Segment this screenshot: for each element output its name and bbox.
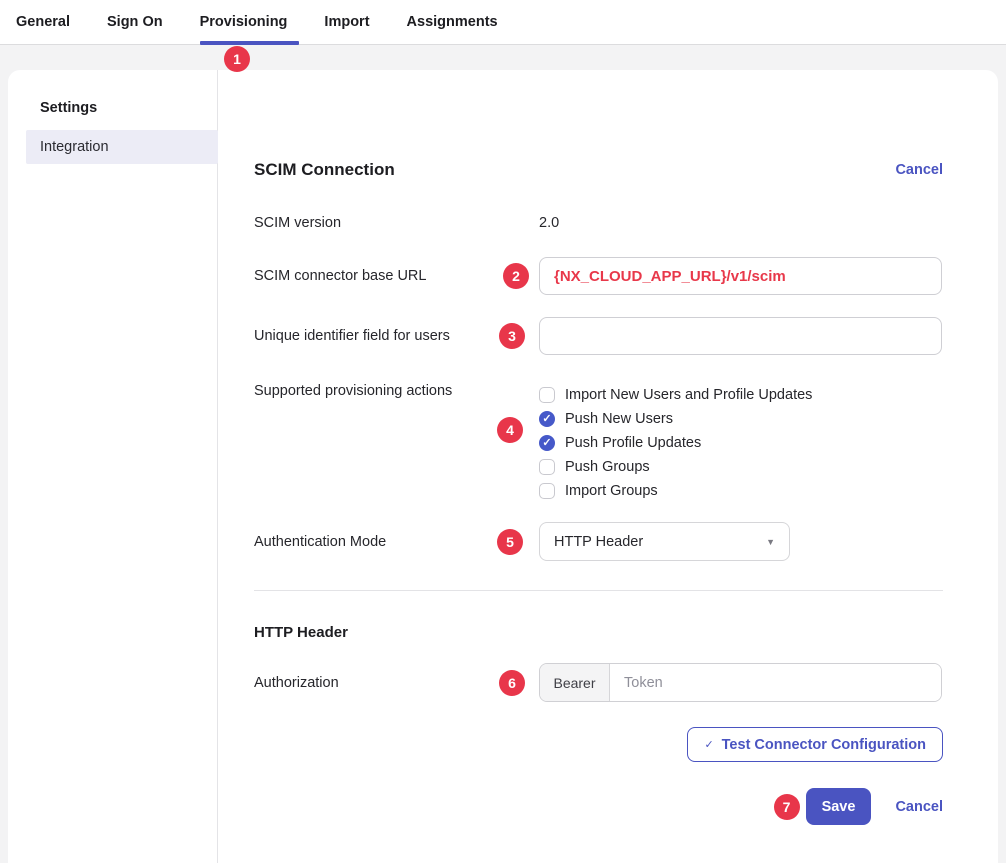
test-connector-row: ✓ Test Connector Configuration bbox=[254, 727, 943, 762]
sidebar-header: Settings bbox=[8, 100, 217, 116]
unique-identifier-input[interactable] bbox=[539, 317, 942, 355]
page-background-strip bbox=[0, 45, 1006, 70]
scim-version-row: SCIM version 2.0 bbox=[254, 214, 943, 232]
check-icon: ✓ bbox=[704, 738, 713, 751]
checkbox-push-groups[interactable] bbox=[539, 459, 555, 475]
auth-mode-selected-value: HTTP Header bbox=[554, 534, 643, 550]
bearer-prefix: Bearer bbox=[540, 664, 610, 701]
step-badge-5: 5 bbox=[497, 529, 523, 555]
checkbox-row-push-profile-updates[interactable]: Push Profile Updates bbox=[539, 431, 942, 455]
tab-provisioning[interactable]: Provisioning bbox=[200, 0, 288, 45]
scim-version-label: SCIM version bbox=[254, 215, 539, 231]
checkbox-push-profile-updates[interactable] bbox=[539, 435, 555, 451]
auth-mode-row: Authentication Mode 5 HTTP Header ▼ bbox=[254, 522, 943, 561]
header-cancel-link[interactable]: Cancel bbox=[895, 162, 943, 178]
provisioning-actions-label: Supported provisioning actions bbox=[254, 383, 539, 399]
base-url-label: SCIM connector base URL bbox=[254, 268, 539, 284]
checkbox-row-import-groups[interactable]: Import Groups bbox=[539, 479, 942, 503]
step-badge-7: 7 bbox=[774, 794, 800, 820]
checkbox-row-import-users[interactable]: Import New Users and Profile Updates bbox=[539, 383, 942, 407]
checkbox-label: Push Groups bbox=[565, 459, 650, 475]
token-input[interactable] bbox=[610, 664, 941, 701]
checkbox-import-users[interactable] bbox=[539, 387, 555, 403]
provisioning-card: Settings Integration SCIM Connection Can… bbox=[8, 70, 998, 863]
base-url-input[interactable] bbox=[539, 257, 942, 295]
sidebar-item-integration[interactable]: Integration bbox=[26, 130, 218, 164]
provisioning-actions-row: Supported provisioning actions 4 Import … bbox=[254, 383, 943, 503]
step-badge-1: 1 bbox=[224, 46, 250, 72]
step-badge-4: 4 bbox=[497, 417, 523, 443]
settings-sidebar: Settings Integration bbox=[8, 70, 218, 863]
checkbox-label: Push New Users bbox=[565, 411, 673, 427]
http-header-section-title: HTTP Header bbox=[254, 624, 943, 641]
test-connector-button[interactable]: ✓ Test Connector Configuration bbox=[687, 727, 943, 762]
step-badge-6: 6 bbox=[499, 670, 525, 696]
base-url-row: SCIM connector base URL 2 bbox=[254, 257, 943, 295]
section-divider bbox=[254, 590, 943, 591]
footer-cancel-link[interactable]: Cancel bbox=[895, 799, 943, 815]
tab-general[interactable]: General bbox=[16, 0, 70, 45]
save-button[interactable]: Save bbox=[806, 788, 872, 825]
scim-version-value: 2.0 bbox=[539, 215, 559, 231]
test-connector-label: Test Connector Configuration bbox=[722, 737, 926, 753]
authorization-input-group: Bearer bbox=[539, 663, 942, 702]
tab-import[interactable]: Import bbox=[324, 0, 369, 45]
app-tab-bar: General Sign On Provisioning Import Assi… bbox=[0, 0, 1006, 45]
provisioning-page: General Sign On Provisioning Import Assi… bbox=[0, 0, 1006, 863]
unique-identifier-label: Unique identifier field for users bbox=[254, 328, 539, 344]
step-badge-2: 2 bbox=[503, 263, 529, 289]
provisioning-actions-list: Import New Users and Profile Updates Pus… bbox=[539, 383, 942, 503]
checkbox-label: Push Profile Updates bbox=[565, 435, 701, 451]
tab-assignments[interactable]: Assignments bbox=[407, 0, 498, 45]
auth-mode-select[interactable]: HTTP Header ▼ bbox=[539, 522, 790, 561]
checkbox-import-groups[interactable] bbox=[539, 483, 555, 499]
tab-sign-on[interactable]: Sign On bbox=[107, 0, 163, 45]
unique-identifier-row: Unique identifier field for users 3 bbox=[254, 317, 943, 355]
checkbox-row-push-groups[interactable]: Push Groups bbox=[539, 455, 942, 479]
page-title: SCIM Connection bbox=[254, 160, 395, 180]
checkbox-row-push-new-users[interactable]: Push New Users bbox=[539, 407, 942, 431]
checkbox-label: Import Groups bbox=[565, 483, 658, 499]
step-badge-3: 3 bbox=[499, 323, 525, 349]
checkbox-push-new-users[interactable] bbox=[539, 411, 555, 427]
scim-connection-panel: SCIM Connection Cancel SCIM version 2.0 … bbox=[218, 70, 998, 863]
form-footer: 7 Save Cancel bbox=[254, 788, 943, 825]
authorization-row: Authorization 6 Bearer bbox=[254, 663, 943, 702]
authorization-label: Authorization bbox=[254, 675, 539, 691]
chevron-down-icon: ▼ bbox=[766, 537, 775, 547]
checkbox-label: Import New Users and Profile Updates bbox=[565, 387, 812, 403]
